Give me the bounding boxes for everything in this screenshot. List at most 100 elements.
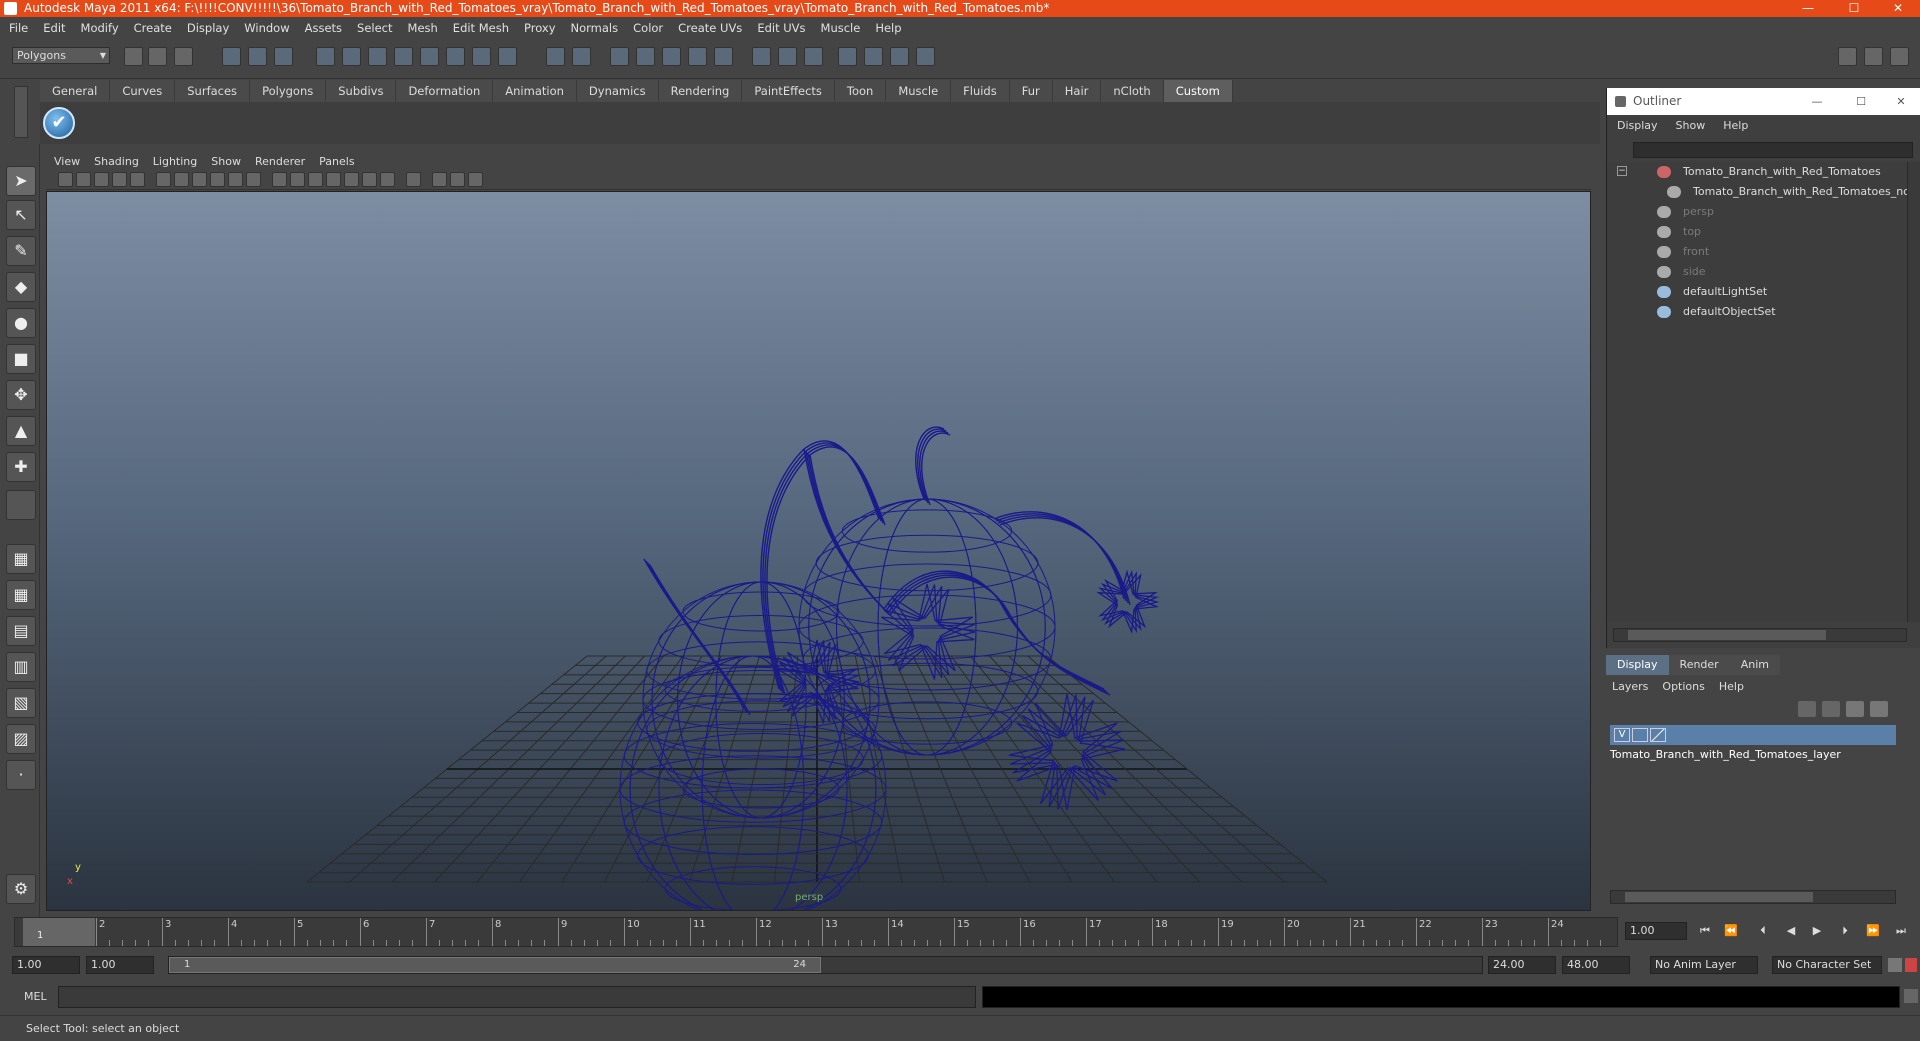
xray-icon[interactable]: [432, 172, 447, 187]
menu-assets[interactable]: Assets: [305, 21, 342, 35]
outliner-minimize-button[interactable]: —: [1797, 88, 1837, 115]
layer-menu-help[interactable]: Help: [1719, 677, 1744, 697]
tab-curves[interactable]: Curves: [110, 80, 176, 102]
help-icon[interactable]: [498, 47, 517, 66]
viewport-menu-shading[interactable]: Shading: [94, 155, 139, 168]
camera-attributes-icon[interactable]: [76, 172, 91, 187]
tab-fur[interactable]: Fur: [1009, 80, 1053, 102]
render-frame-icon[interactable]: [610, 47, 629, 66]
menu-modify[interactable]: Modify: [81, 21, 119, 35]
outliner-item[interactable]: Tomato_Branch_with_Red_Tomatoes_nc: [1667, 182, 1917, 202]
menu-mesh[interactable]: Mesh: [408, 21, 438, 35]
new-layer-icon[interactable]: [1798, 701, 1816, 717]
attribute-editor-icon[interactable]: [804, 47, 823, 66]
sculpt-icon[interactable]: [916, 47, 935, 66]
menu-create-uvs[interactable]: Create UVs: [678, 21, 742, 35]
move-up-layer-icon[interactable]: [1846, 701, 1864, 717]
grid-icon[interactable]: [156, 172, 171, 187]
two-d-pan-icon[interactable]: [130, 172, 145, 187]
viewport-menu-panels[interactable]: Panels: [319, 155, 354, 168]
input-line-icon[interactable]: [838, 47, 857, 66]
anim-layer-dropdown[interactable]: No Anim Layer: [1650, 956, 1758, 974]
collapse-icon[interactable]: −: [1617, 166, 1627, 176]
layer-playback-toggle[interactable]: [1632, 728, 1648, 742]
tab-toon[interactable]: Toon: [834, 80, 887, 102]
single-perspective-layout-icon[interactable]: ▦: [6, 544, 36, 574]
xray-joints-icon[interactable]: [450, 172, 465, 187]
viewport-menu-lighting[interactable]: Lighting: [153, 155, 197, 168]
outliner-vertical-scrollbar[interactable]: [1907, 162, 1920, 622]
channel-box-toggle-icon[interactable]: [752, 47, 771, 66]
auto-key-icon[interactable]: [1888, 958, 1902, 972]
render-settings-icon[interactable]: [662, 47, 681, 66]
menu-muscle[interactable]: Muscle: [821, 21, 861, 35]
step-forward-frame-button[interactable]: ⏵: [1834, 922, 1856, 940]
menu-edit-mesh[interactable]: Edit Mesh: [453, 21, 509, 35]
lasso-tool-icon[interactable]: ↖: [6, 200, 36, 230]
layer-tab-display[interactable]: Display: [1606, 655, 1669, 675]
tab-polygons[interactable]: Polygons: [250, 80, 327, 102]
high-quality-icon[interactable]: [380, 172, 395, 187]
layer-color-swatch[interactable]: [1650, 728, 1666, 742]
step-back-frame-button[interactable]: ⏴: [1752, 922, 1774, 940]
rotate-tool-icon[interactable]: ●: [6, 308, 36, 338]
ipr-render-icon[interactable]: [636, 47, 655, 66]
tab-painteffects[interactable]: PaintEffects: [742, 80, 835, 102]
menu-help[interactable]: Help: [875, 21, 901, 35]
persp-graph-layout-icon[interactable]: ▥: [6, 652, 36, 682]
select-by-hierarchy-icon[interactable]: [222, 47, 241, 66]
outliner-item[interactable]: defaultLightSet: [1657, 282, 1907, 302]
input-ops-icon[interactable]: [446, 47, 465, 66]
menu-color[interactable]: Color: [633, 21, 663, 35]
universal-manipulator-icon[interactable]: ✥: [6, 380, 36, 410]
wireframe-on-shaded-icon[interactable]: [308, 172, 323, 187]
animation-preferences-icon[interactable]: [1905, 958, 1917, 972]
use-all-lights-icon[interactable]: [344, 172, 359, 187]
outliner-item[interactable]: front: [1657, 242, 1907, 262]
shelf-menu-handle[interactable]: [14, 86, 28, 138]
wireframe-icon[interactable]: [272, 172, 287, 187]
show-manipulator-icon[interactable]: ✚: [6, 452, 36, 482]
outliner-filter-field[interactable]: [1633, 142, 1913, 158]
command-language-label[interactable]: MEL: [24, 990, 47, 1003]
time-slider[interactable]: 123456789101112131415161718192021222324 …: [14, 917, 1618, 947]
animation-start-field[interactable]: 1.00: [12, 956, 80, 974]
isolate-select-icon[interactable]: [406, 172, 421, 187]
maya-logo-icon[interactable]: ⚙: [6, 874, 36, 904]
go-to-end-button[interactable]: ⏭: [1890, 922, 1912, 940]
tab-muscle[interactable]: Muscle: [886, 80, 952, 102]
layer-row[interactable]: V Tomato_Branch_with_Red_Tomatoes_layer: [1610, 725, 1896, 761]
make-live-icon[interactable]: [420, 47, 439, 66]
textured-icon[interactable]: [326, 172, 341, 187]
custom-layout-icon[interactable]: ▨: [6, 724, 36, 754]
outliner-close-button[interactable]: ✕: [1881, 88, 1920, 115]
menu-edit[interactable]: Edit: [43, 21, 65, 35]
perspective-viewport[interactable]: persp y x: [46, 191, 1591, 911]
paint-select-tool-icon[interactable]: ✎: [6, 236, 36, 266]
layout-menu-icon[interactable]: ·: [6, 760, 36, 790]
step-forward-key-button[interactable]: ⏩: [1862, 922, 1884, 940]
command-input[interactable]: [58, 986, 976, 1008]
snap-curve-icon[interactable]: [342, 47, 361, 66]
tab-deformation[interactable]: Deformation: [396, 80, 494, 102]
soft-modification-icon[interactable]: ▲: [6, 416, 36, 446]
menu-normals[interactable]: Normals: [571, 21, 619, 35]
outliner-maximize-button[interactable]: ☐: [1841, 88, 1881, 115]
select-by-component-icon[interactable]: [274, 47, 293, 66]
outliner-menu-show[interactable]: Show: [1676, 119, 1706, 132]
viewport-menu-view[interactable]: View: [54, 155, 80, 168]
channel-icon[interactable]: [1864, 47, 1883, 66]
layer-visibility-toggle[interactable]: V: [1614, 728, 1630, 742]
close-button[interactable]: ✕: [1875, 0, 1920, 17]
play-forwards-button[interactable]: ▶: [1806, 922, 1828, 940]
tab-rendering[interactable]: Rendering: [658, 80, 743, 102]
layer-horizontal-scrollbar[interactable]: [1610, 890, 1896, 904]
menu-proxy[interactable]: Proxy: [524, 21, 556, 35]
tab-animation[interactable]: Animation: [493, 80, 577, 102]
checkmark-shelf-icon[interactable]: ✔: [43, 107, 75, 139]
hypershade-layout-icon[interactable]: ▧: [6, 688, 36, 718]
menu-window[interactable]: Window: [244, 21, 289, 35]
layer-menu-layers[interactable]: Layers: [1612, 677, 1648, 697]
hypershade-icon[interactable]: [688, 47, 707, 66]
layer-tab-anim[interactable]: Anim: [1729, 655, 1780, 675]
